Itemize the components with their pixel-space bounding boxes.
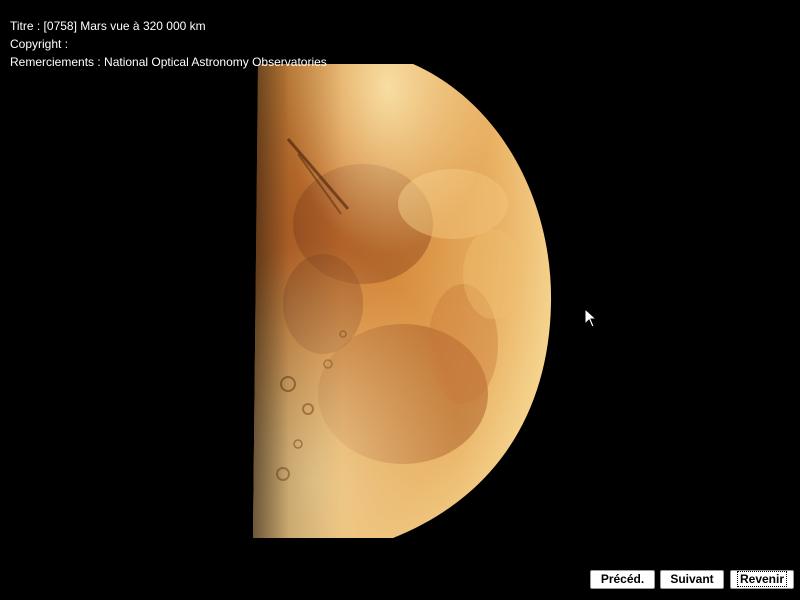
image-credits: Remerciements : National Optical Astrono… xyxy=(10,55,327,69)
previous-button[interactable]: Précéd. xyxy=(590,570,655,589)
image-viewer: Titre : [0758] Mars vue à 320 000 km Cop… xyxy=(0,0,800,600)
image-caption: Titre : [0758] Mars vue à 320 000 km Cop… xyxy=(10,17,327,71)
image-copyright: Copyright : xyxy=(10,37,69,51)
image-title: Titre : [0758] Mars vue à 320 000 km xyxy=(10,19,206,33)
next-button[interactable]: Suivant xyxy=(660,570,724,589)
mouse-pointer-icon xyxy=(584,308,597,328)
back-button-label: Revenir xyxy=(736,571,788,587)
mars-photo xyxy=(253,64,552,538)
back-button[interactable]: Revenir xyxy=(730,570,794,589)
